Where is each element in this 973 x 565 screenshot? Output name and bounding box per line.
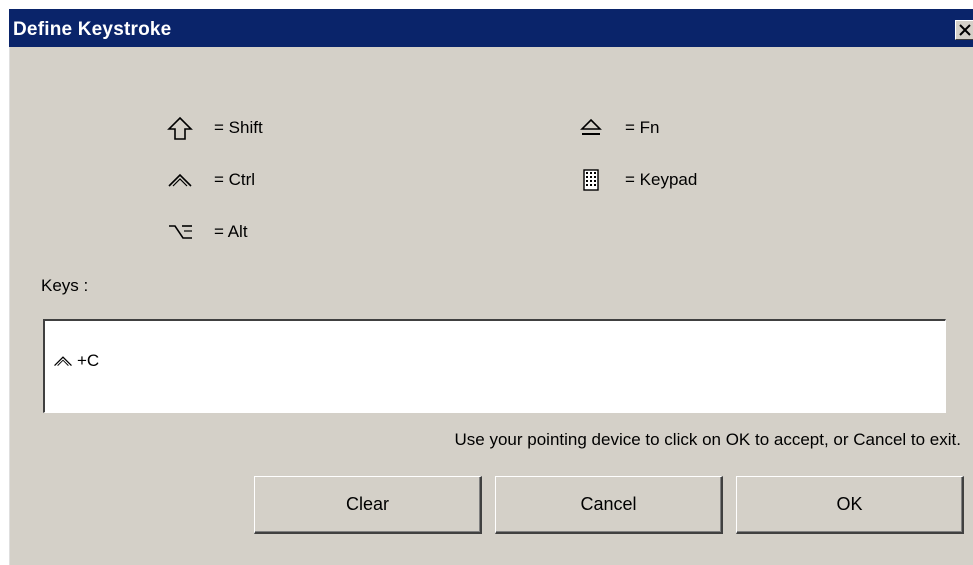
keys-field[interactable]: +C xyxy=(43,319,946,413)
ok-button[interactable]: OK xyxy=(736,476,964,534)
legend-shift-label: = Shift xyxy=(214,118,263,137)
title-bar[interactable]: Define Keystroke xyxy=(9,9,973,47)
alt-key-icon xyxy=(169,225,192,239)
cancel-button[interactable]: Cancel xyxy=(495,476,723,534)
ctrl-caret-icon xyxy=(54,356,72,367)
close-button[interactable] xyxy=(955,20,973,40)
legend-keypad-label: = Keypad xyxy=(625,170,698,189)
fn-eject-icon xyxy=(580,118,602,135)
ctrl-caret-icon xyxy=(168,173,192,187)
dialog-title: Define Keystroke xyxy=(13,19,172,40)
legend-alt-label: = Alt xyxy=(214,222,248,241)
keys-label: Keys : xyxy=(41,276,89,295)
keys-value-text: +C xyxy=(77,351,100,370)
clear-button[interactable]: Clear xyxy=(254,476,482,534)
legend-ctrl-label: = Ctrl xyxy=(214,170,256,189)
keys-value: +C xyxy=(51,351,99,371)
legend-fn-label: = Fn xyxy=(625,118,660,137)
define-keystroke-dialog: Define Keystroke = Shift = Ctrl = Alt = … xyxy=(8,8,973,565)
close-icon xyxy=(959,24,971,36)
keypad-icon xyxy=(583,169,599,191)
shift-arrow-icon xyxy=(167,116,193,140)
instruction-text: Use your pointing device to click on OK … xyxy=(454,430,961,449)
